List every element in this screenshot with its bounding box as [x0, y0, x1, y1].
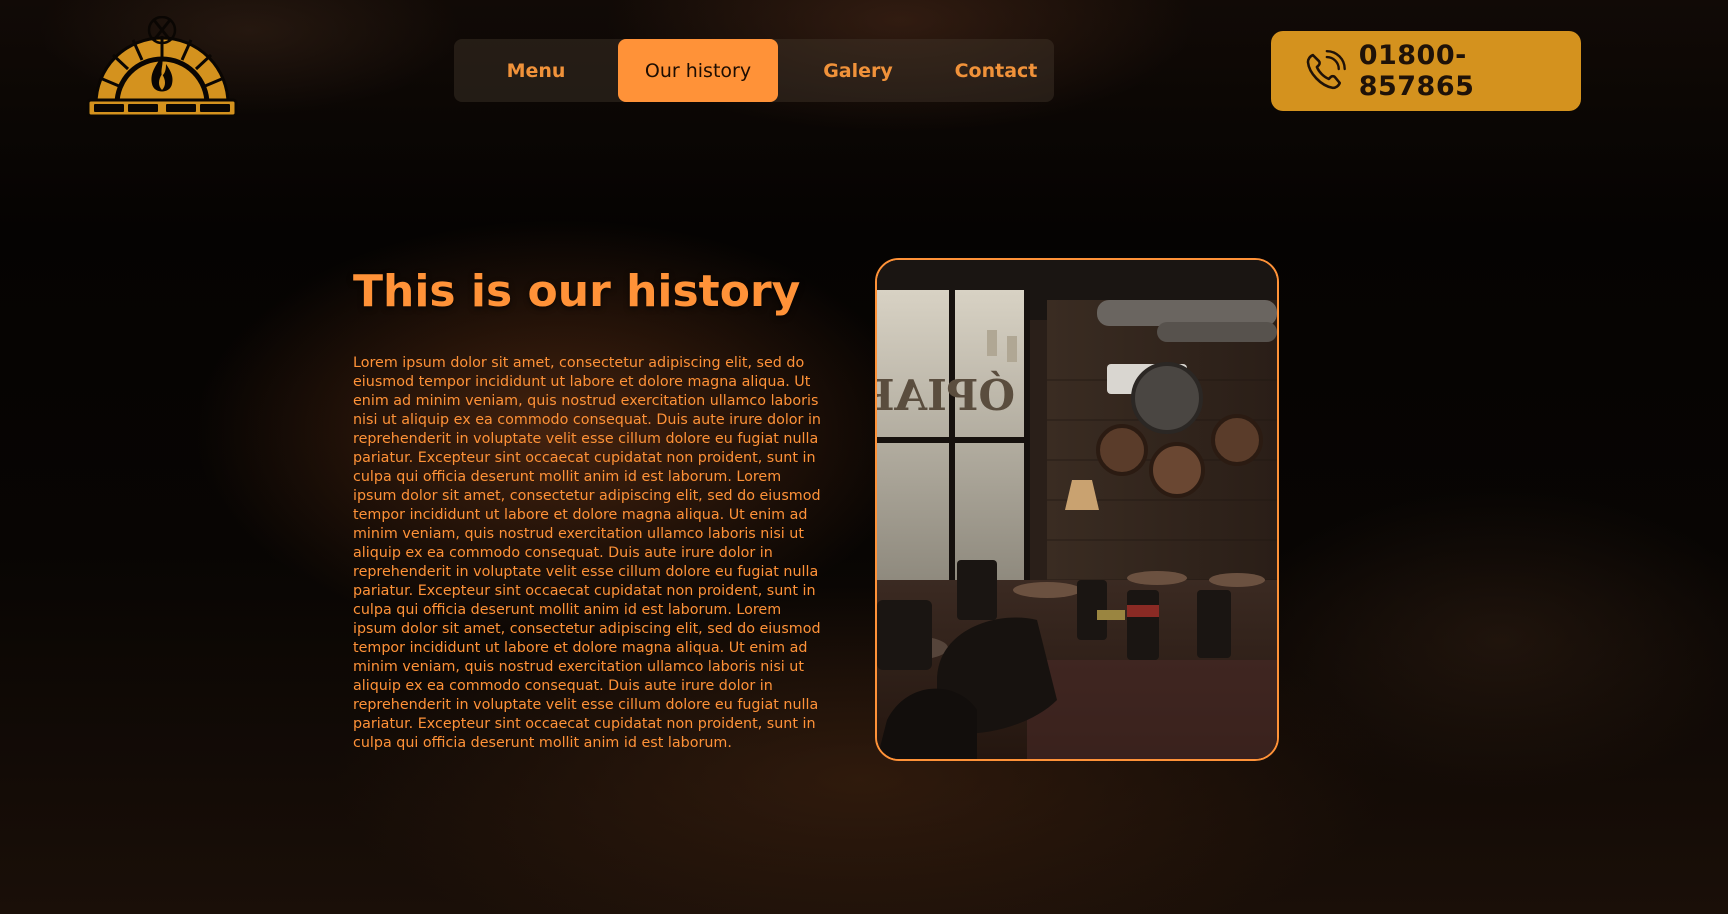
window-sign-text: ÓPIARCH: [877, 370, 1015, 420]
main-nav: Menu Our history Galery Contact: [454, 39, 1054, 102]
cafe-interior-illustration: ÓPIARCH: [877, 260, 1277, 759]
phone-button[interactable]: 01800-857865: [1271, 31, 1581, 111]
page: Menu Our history Galery Contact 01800-85…: [0, 0, 1728, 914]
nav-item-galery[interactable]: Galery: [778, 39, 938, 102]
history-paragraph: Lorem ipsum dolor sit amet, consectetur …: [353, 355, 821, 751]
wood-fired-oven-logo-icon: [86, 15, 238, 118]
nav-item-contact[interactable]: Contact: [938, 39, 1054, 102]
nav-item-our-history[interactable]: Our history: [618, 39, 778, 102]
cafe-interior-photo: ÓPIARCH: [875, 258, 1279, 761]
phone-number: 01800-857865: [1358, 40, 1475, 102]
phone-ringing-icon: [1306, 49, 1346, 90]
nav-item-menu[interactable]: Menu: [454, 39, 618, 102]
page-title: This is our history: [353, 266, 801, 317]
brand-logo[interactable]: [86, 15, 238, 118]
